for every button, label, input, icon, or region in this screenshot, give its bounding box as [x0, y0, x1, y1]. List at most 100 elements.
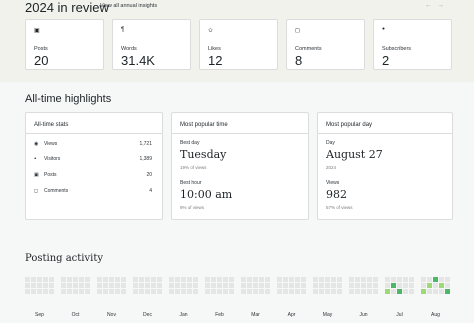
activity-cell — [283, 277, 288, 282]
activity-cell — [37, 277, 42, 282]
activity-cell — [241, 277, 246, 282]
day-value: August 27 — [326, 148, 383, 161]
activity-cell — [439, 283, 444, 288]
best-day-percent: 19% of views — [180, 165, 207, 170]
activity-cell — [25, 289, 30, 294]
activity-cell — [397, 277, 402, 282]
activity-cell — [319, 289, 324, 294]
posts-icon: ▣ — [34, 172, 39, 178]
activity-cell — [109, 277, 114, 282]
activity-cell — [289, 283, 294, 288]
activity-cell — [385, 277, 390, 282]
stat-value: 4 — [149, 188, 152, 194]
activity-cell — [265, 283, 270, 288]
stat-row-posts: ▣ Posts 20 — [34, 170, 152, 180]
activity-cell — [43, 283, 48, 288]
panel-title: Most popular day — [326, 122, 373, 128]
activity-cell — [409, 283, 414, 288]
activity-cell — [217, 277, 222, 282]
activity-cell — [115, 283, 120, 288]
activity-cell — [403, 283, 408, 288]
arrow-right-icon[interactable]: → — [437, 2, 449, 9]
activity-cell — [205, 277, 210, 282]
activity-cell — [229, 289, 234, 294]
activity-cell — [223, 289, 228, 294]
card-value: 31.4K — [121, 53, 155, 68]
activity-cell — [49, 283, 54, 288]
activity-cell — [277, 289, 282, 294]
activity-cell — [391, 289, 396, 294]
review-card-likes: ✩ Likes 12 — [199, 19, 278, 70]
activity-cell — [289, 289, 294, 294]
best-hour-label: Best hour — [180, 180, 202, 186]
activity-cell — [85, 283, 90, 288]
activity-cell — [373, 289, 378, 294]
activity-cell — [145, 289, 150, 294]
activity-cell — [259, 277, 264, 282]
stat-label: Views — [44, 141, 58, 147]
activity-cell — [331, 289, 336, 294]
activity-cell — [421, 283, 426, 288]
activity-cell — [421, 289, 426, 294]
card-label: Likes — [208, 46, 221, 52]
activity-cell — [121, 277, 126, 282]
activity-cell — [61, 289, 66, 294]
activity-cell — [181, 277, 186, 282]
posts-icon: ▣ — [34, 28, 40, 34]
month-label: Aug — [431, 312, 440, 318]
activity-cell — [181, 289, 186, 294]
activity-cell — [325, 283, 330, 288]
activity-cell — [403, 289, 408, 294]
popular-time-panel: Most popular time Best day Tuesday 19% o… — [171, 112, 309, 220]
activity-cell — [361, 283, 366, 288]
card-label: Comments — [295, 46, 322, 52]
activity-cell — [211, 283, 216, 288]
activity-cell — [49, 289, 54, 294]
activity-cell — [175, 277, 180, 282]
activity-cell — [169, 277, 174, 282]
month-label: Mar — [251, 312, 260, 318]
comments-icon: ◻ — [295, 28, 300, 34]
review-title: 2024 in review — [25, 0, 109, 15]
month-label: Dec — [143, 312, 152, 318]
activity-cell — [103, 277, 108, 282]
activity-cell — [349, 283, 354, 288]
activity-cell — [61, 277, 66, 282]
activity-cell — [385, 283, 390, 288]
activity-cell — [295, 277, 300, 282]
activity-cell — [409, 289, 414, 294]
card-label: Words — [121, 46, 137, 52]
likes-icon: ✩ — [208, 28, 214, 34]
month-label: Jun — [359, 312, 368, 318]
view-annual-insights-link[interactable]: View all annual insights — [100, 3, 157, 9]
activity-cell — [85, 277, 90, 282]
activity-cell — [265, 289, 270, 294]
activity-cell — [85, 289, 90, 294]
review-navigation: ←→ — [425, 2, 449, 9]
activity-cell — [361, 289, 366, 294]
activity-cell — [109, 289, 114, 294]
activity-cell — [247, 277, 252, 282]
activity-cell — [145, 277, 150, 282]
divider — [26, 133, 162, 134]
activity-cell — [331, 283, 336, 288]
activity-cell — [439, 277, 444, 282]
activity-cell — [223, 283, 228, 288]
arrow-left-icon[interactable]: ← — [425, 2, 437, 9]
panel-title: Most popular time — [180, 122, 228, 128]
activity-cell — [433, 277, 438, 282]
divider — [172, 133, 308, 134]
stat-row-views: ◉ Views 1,721 — [34, 139, 152, 149]
activity-cell — [79, 283, 84, 288]
activity-cell — [217, 283, 222, 288]
activity-cell — [169, 283, 174, 288]
review-card-subscribers: ꔷ Subscribers 2 — [373, 19, 452, 70]
posting-activity-title: Posting activity — [25, 253, 104, 264]
card-label: Subscribers — [382, 46, 412, 52]
activity-cell — [391, 277, 396, 282]
activity-cell — [31, 277, 36, 282]
activity-cell — [349, 277, 354, 282]
activity-cell — [229, 283, 234, 288]
activity-cell — [25, 277, 30, 282]
activity-cell — [43, 277, 48, 282]
